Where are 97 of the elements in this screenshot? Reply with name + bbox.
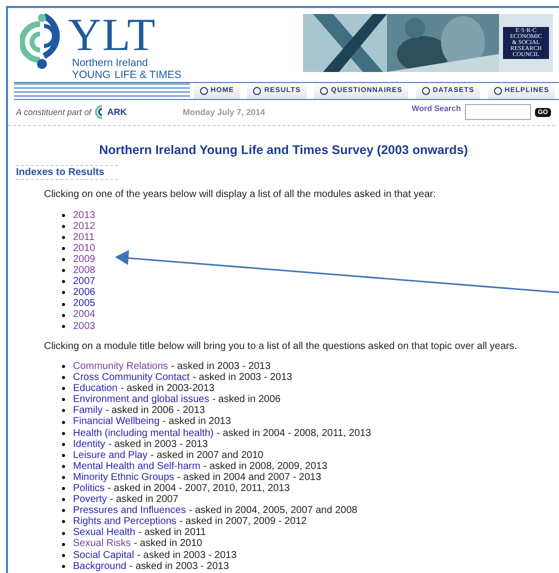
bullet-icon	[62, 487, 65, 490]
year-link[interactable]: 2010	[73, 242, 96, 254]
bullet-icon	[62, 365, 65, 368]
module-note: - asked in 2013	[162, 416, 231, 428]
logo-subtitle: Northern Ireland	[72, 58, 149, 70]
bullet-icon	[62, 258, 65, 262]
module-link[interactable]: Rights and Perceptions	[73, 516, 176, 528]
module-link[interactable]: Family	[73, 405, 102, 417]
page-title: Northern Ireland Young Life and Times Survey (2003 onwards)	[99, 143, 468, 157]
bullet-icon	[62, 464, 65, 468]
circle-icon	[320, 87, 328, 95]
module-note: - asked in 2004 - 2007, 2010, 2011, 2013	[108, 482, 290, 494]
module-link[interactable]: Identity	[73, 438, 106, 450]
module-note: - asked in 2006	[212, 394, 281, 406]
module-link[interactable]: Leisure and Play	[73, 450, 148, 461]
module-note: - asked in 2010	[134, 538, 202, 550]
module-link[interactable]: Poverty	[73, 494, 107, 506]
bullet-icon	[62, 236, 65, 239]
circle-icon	[422, 87, 430, 95]
module-link[interactable]: Social Capital	[73, 550, 134, 561]
section-heading: Indexes to Results	[16, 165, 118, 180]
module-note: - asked in 2007 and 2010	[150, 450, 264, 461]
module-note: - asked in 2003-2013	[120, 383, 214, 394]
ark-logo-text: ARK	[107, 106, 127, 118]
year-link[interactable]: 2005	[73, 298, 96, 310]
year-link[interactable]: 2013	[73, 210, 96, 221]
year-link[interactable]: 2006	[73, 287, 96, 299]
module-link[interactable]: Politics	[73, 482, 105, 494]
module-link[interactable]: Community Relations	[73, 360, 168, 372]
bullet-icon	[62, 247, 65, 250]
module-note: - asked in 2004, 2005, 2007 and 2008	[188, 505, 358, 516]
bullet-icon	[62, 291, 65, 294]
module-note: - asked in 2007, 2009 - 2012	[179, 516, 307, 528]
module-link[interactable]: Mental Health and Self-harm	[73, 460, 200, 472]
year-link[interactable]: 2003	[73, 320, 96, 332]
bullet-icon	[62, 520, 65, 524]
search-field[interactable]	[464, 104, 531, 120]
year-link[interactable]: 2012	[73, 220, 96, 232]
bullet-icon	[62, 442, 65, 446]
bullet-icon	[62, 314, 65, 317]
module-link[interactable]: Background	[73, 560, 126, 572]
module-note: - asked in 2008, 2009, 2013	[203, 460, 328, 472]
intro-text: Clicking on a module title below will bring you to a list of all the questions asked on that topic over all years.	[44, 340, 518, 352]
year-link[interactable]: 2009	[73, 254, 96, 266]
module-note: - asked in 2003 - 2013	[108, 438, 208, 450]
module-link[interactable]: Health (including mental health)	[73, 428, 214, 439]
bullet-icon	[62, 454, 65, 457]
year-link[interactable]: 2004	[73, 309, 96, 321]
module-note: - asked in 2004 and 2007 - 2013	[177, 472, 322, 484]
module-note: - asked in 2011	[138, 527, 206, 538]
module-link[interactable]: Sexual Health	[73, 527, 136, 539]
bullet-icon	[62, 420, 65, 424]
year-link[interactable]: 2008	[73, 265, 96, 276]
module-link[interactable]: Environment and global issues	[73, 394, 210, 406]
bullet-icon	[62, 532, 65, 534]
year-link[interactable]: 2007	[73, 276, 96, 288]
bullet-icon	[62, 409, 65, 412]
module-note: - asked in 2003 - 2013	[129, 560, 229, 572]
year-link[interactable]: 2011	[73, 232, 95, 244]
circle-icon	[253, 87, 262, 95]
bullet-icon	[62, 376, 65, 380]
module-note: - asked in 2007	[110, 494, 178, 506]
module-link[interactable]: Education	[73, 383, 118, 394]
module-link[interactable]: Minority Ethnic Groups	[73, 472, 174, 484]
search-label: Word Search	[412, 104, 461, 114]
logo-text: YLT	[68, 12, 158, 58]
bullet-icon	[62, 398, 65, 402]
module-link[interactable]: Sexual Risks	[73, 538, 131, 550]
circle-icon	[200, 87, 208, 95]
bullet-icon	[62, 542, 65, 546]
bullet-icon	[62, 214, 65, 217]
module-note: - asked in 2003 - 2013	[137, 550, 237, 561]
bullet-icon	[62, 387, 65, 390]
logo-tagline: YOUNG	[72, 70, 111, 82]
logo-tagline: LIFE & TIMES	[114, 70, 182, 82]
circle-icon	[494, 87, 502, 95]
bullet-icon	[62, 498, 65, 502]
bullet-icon	[62, 554, 65, 557]
bullet-icon	[62, 564, 65, 568]
module-note: - asked in 2004 - 2008, 2011, 2013	[216, 428, 372, 439]
module-note: - asked in 2006 - 2013	[105, 405, 205, 416]
module-link[interactable]: Financial Wellbeing	[73, 416, 160, 428]
bullet-icon	[62, 509, 65, 512]
tagline: A constituent part of	[16, 108, 92, 118]
bullet-icon	[62, 280, 65, 284]
module-note: - asked in 2003 - 2013	[171, 360, 271, 372]
bullet-icon	[62, 302, 65, 306]
bullet-icon	[62, 324, 65, 328]
date: Monday July 7, 2014	[182, 108, 265, 118]
bullet-icon	[62, 432, 65, 435]
bullet-icon	[62, 224, 65, 228]
module-link[interactable]: Cross Community Contact	[73, 372, 190, 384]
intro-text: Clicking on one of the years below will display a list of all the modules asked in that year:	[44, 189, 436, 200]
bullet-icon	[62, 476, 65, 480]
module-link[interactable]: Pressures and Influences	[73, 505, 186, 516]
module-note: - asked in 2003 - 2013	[192, 372, 292, 384]
bullet-icon	[62, 269, 65, 272]
